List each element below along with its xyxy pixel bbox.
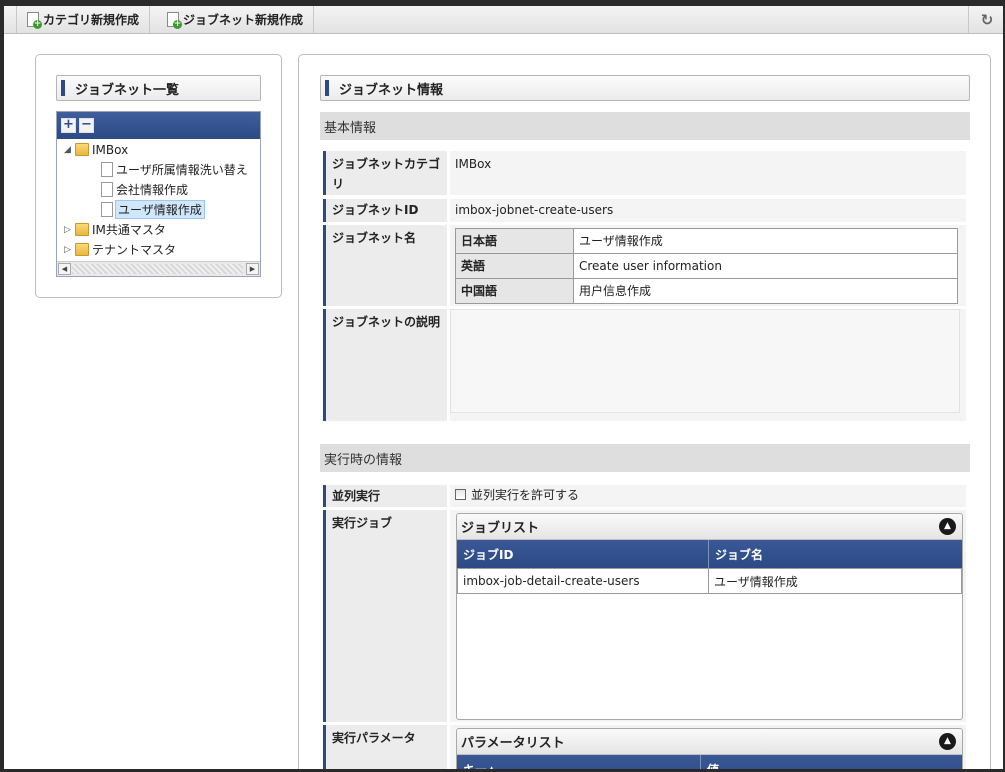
jobs-label: 実行ジョブ <box>323 510 447 722</box>
category-label: ジョブネットカテゴリ <box>323 151 447 195</box>
job-list-empty-area <box>457 594 962 664</box>
job-list-panel: ジョブリスト ▲ ジョブID ジョブ名 imbox-job-detail-cre… <box>456 513 963 720</box>
table-row[interactable]: imbox-job-detail-create-users ユーザ情報作成 <box>457 568 962 594</box>
name-row-ja: 日本語 ユーザ情報作成 <box>455 228 958 254</box>
collapsed-arrow-icon[interactable]: ▷ <box>63 245 72 255</box>
name-value: 用户信息作成 <box>573 278 958 304</box>
description-textarea[interactable] <box>450 309 960 413</box>
jobnet-list-title: ジョブネット一覧 <box>56 75 261 101</box>
category-value: IMBox <box>450 151 966 195</box>
name-row-zh: 中国語 用户信息作成 <box>455 278 958 304</box>
job-list-header: ジョブID ジョブ名 <box>457 540 962 568</box>
runtime-info-section: 実行時の情報 <box>320 444 970 472</box>
jobnet-list-panel: ジョブネット一覧 + − ◢ IMBox ユーザ所属情報洗い替え 会社情報作成 … <box>35 54 282 298</box>
tree-node-user-affiliation-refresh[interactable]: ユーザ所属情報洗い替え <box>101 160 248 179</box>
refresh-button[interactable]: ↻ <box>968 6 1005 33</box>
jobnet-tree: + − ◢ IMBox ユーザ所属情報洗い替え 会社情報作成 ユーザ情報作成 ▷… <box>56 111 261 277</box>
tree-node-user-create[interactable]: ユーザ情報作成 <box>101 200 205 219</box>
jobnet-id-label: ジョブネットID <box>323 199 447 222</box>
page-icon <box>101 182 113 197</box>
scroll-left-icon[interactable]: ◀ <box>58 263 71 275</box>
folder-icon <box>75 223 89 236</box>
jobnet-detail-title: ジョブネット情報 <box>320 75 970 101</box>
jobnet-id-value: imbox-jobnet-create-users <box>450 199 966 222</box>
tree-node-tenant-master[interactable]: ▷ テナントマスタ <box>63 240 176 259</box>
jobnet-name-row: ジョブネット名 日本語 ユーザ情報作成 英語 Create user infor… <box>323 225 966 306</box>
folder-icon <box>75 143 89 156</box>
col-job-name[interactable]: ジョブ名 <box>709 540 962 568</box>
name-value: Create user information <box>573 253 958 279</box>
description-row: ジョブネットの説明 <box>323 309 966 421</box>
new-category-label: カテゴリ新規作成 <box>43 13 140 27</box>
page-icon <box>101 202 113 217</box>
window-left-border <box>0 6 4 772</box>
parallel-row: 並列実行 並列実行を許可する <box>323 485 966 507</box>
col-job-id[interactable]: ジョブID <box>457 540 709 568</box>
tree-horizontal-scrollbar[interactable]: ◀ ▶ <box>57 261 260 276</box>
scroll-right-icon[interactable]: ▶ <box>246 263 259 275</box>
tree-node-company-create[interactable]: 会社情報作成 <box>101 180 188 199</box>
jobnet-name-label: ジョブネット名 <box>323 225 447 306</box>
job-id-cell: imbox-job-detail-create-users <box>458 569 709 593</box>
jobnet-name-table: 日本語 ユーザ情報作成 英語 Create user information 中… <box>455 228 958 304</box>
collapse-up-icon[interactable]: ▲ <box>939 733 956 750</box>
refresh-icon: ↻ <box>980 10 994 29</box>
jobnet-detail-panel: ジョブネット情報 基本情報 ジョブネットカテゴリ IMBox ジョブネットID … <box>298 54 991 772</box>
param-list-title: パラメータリスト ▲ <box>457 729 962 755</box>
new-category-button[interactable]: + カテゴリ新規作成 <box>16 6 151 33</box>
new-document-icon: + <box>27 12 42 29</box>
page-icon <box>101 162 113 177</box>
lang-label: 中国語 <box>455 278 574 304</box>
collapsed-arrow-icon[interactable]: ▷ <box>63 225 72 235</box>
scrollbar-thumb[interactable] <box>72 264 243 274</box>
tree-node-im-common-master[interactable]: ▷ IM共通マスタ <box>63 220 166 239</box>
expanded-arrow-icon[interactable]: ◢ <box>63 145 72 155</box>
new-jobnet-label: ジョブネット新規作成 <box>183 13 304 27</box>
expand-all-button[interactable]: + <box>61 118 76 133</box>
tree-node-imbox[interactable]: ◢ IMBox <box>63 140 128 159</box>
param-list-panel: パラメータリスト ▲ キー▲ 値 <box>456 728 963 772</box>
description-label: ジョブネットの説明 <box>323 309 447 421</box>
new-jobnet-button[interactable]: + ジョブネット新規作成 <box>157 6 315 33</box>
lang-label: 英語 <box>455 253 574 279</box>
lang-label: 日本語 <box>455 228 574 254</box>
jobnet-id-row: ジョブネットID imbox-jobnet-create-users <box>323 199 966 222</box>
name-row-en: 英語 Create user information <box>455 253 958 279</box>
tree-toolbar: + − <box>57 112 260 139</box>
params-label: 実行パラメータ <box>323 725 447 772</box>
job-name-cell: ユーザ情報作成 <box>714 574 798 589</box>
parallel-label: 並列実行 <box>323 485 447 507</box>
category-row: ジョブネットカテゴリ IMBox <box>323 151 966 195</box>
collapse-all-button[interactable]: − <box>79 118 94 133</box>
collapse-up-icon[interactable]: ▲ <box>939 518 956 535</box>
folder-icon <box>75 243 89 256</box>
job-list-title: ジョブリスト ▲ <box>457 514 962 540</box>
basic-info-section: 基本情報 <box>320 112 970 140</box>
new-document-icon: + <box>167 12 182 29</box>
name-value: ユーザ情報作成 <box>573 228 958 254</box>
toolbar: + カテゴリ新規作成 + ジョブネット新規作成 ↻ <box>0 6 1005 34</box>
parallel-checkbox-label[interactable]: 並列実行を許可する <box>471 488 579 502</box>
parallel-checkbox[interactable] <box>455 489 466 500</box>
